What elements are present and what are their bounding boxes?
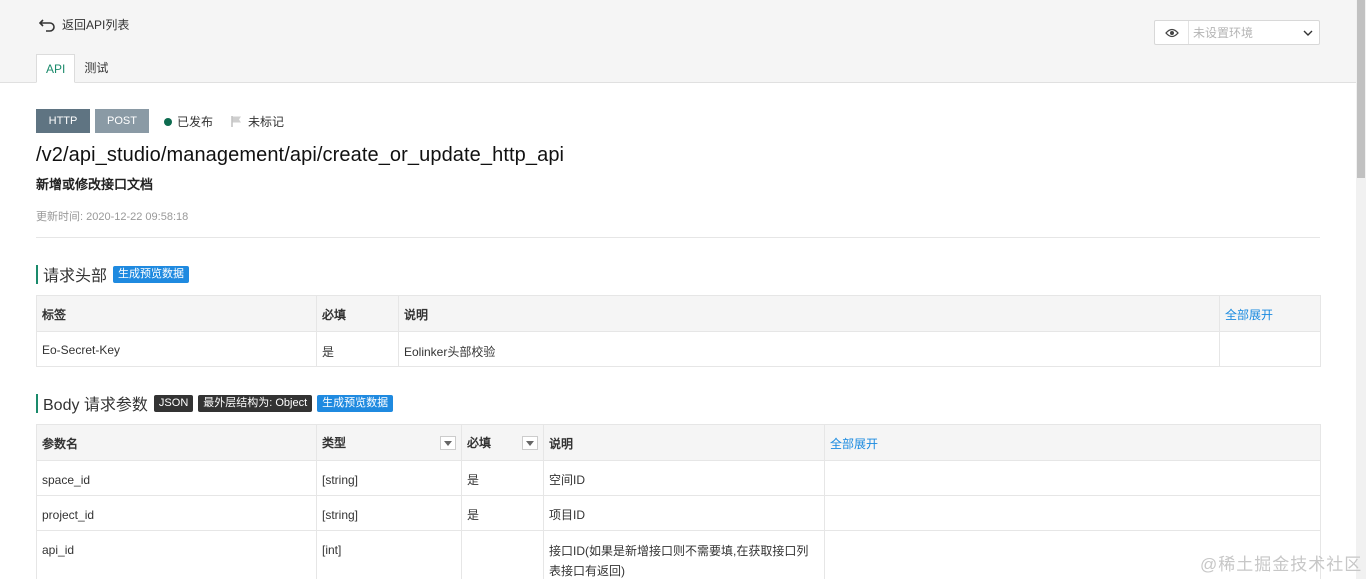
param-type-cell: [string]: [316, 495, 462, 531]
required-cell: 是: [316, 331, 399, 367]
description-cell: 接口ID(如果是新增接口则不需要填,在获取接口列表接口有返回): [543, 530, 825, 579]
expand-all-link[interactable]: 全部展开: [824, 424, 1321, 461]
type-column-header: 类型: [316, 424, 462, 461]
environment-select[interactable]: 未设置环境: [1154, 20, 1320, 45]
status-dot-icon: [164, 117, 172, 126]
body-params-title: Body 请求参数: [43, 397, 148, 414]
table-row: Eo-Secret-Key 是 Eolinker头部校验: [36, 331, 1321, 367]
request-headers-table: 标签 必填 说明 全部展开 Eo-Secret-Key 是 Eolinker头部…: [36, 295, 1321, 367]
api-description: 新增或修改接口文档: [36, 177, 154, 192]
request-headers-title: 请求头部: [43, 268, 108, 285]
outer-structure-tag[interactable]: 最外层结构为: Object: [198, 394, 313, 412]
description-cell: Eolinker头部校验: [398, 331, 1220, 367]
column-header: 说明: [543, 424, 825, 461]
column-header: 标签: [36, 295, 317, 332]
table-row: space_id [string] 是 空间ID: [36, 460, 1321, 496]
method-badge: POST: [95, 109, 149, 133]
required-cell: 是: [461, 495, 544, 531]
protocol-badge: HTTP: [36, 109, 90, 133]
filter-icon[interactable]: [440, 436, 456, 450]
tab-bar: API 测试: [36, 54, 117, 83]
column-header: 必填: [467, 436, 492, 450]
expand-all-link[interactable]: 全部展开: [1219, 295, 1321, 332]
column-header: 参数名: [36, 424, 317, 461]
table-header-row: 参数名 类型 必填 说明 全部展开: [36, 424, 1321, 461]
filter-icon[interactable]: [522, 436, 538, 450]
eye-icon[interactable]: [1155, 21, 1189, 44]
param-name-cell: space_id: [36, 460, 317, 496]
flag-icon: [231, 116, 241, 127]
vertical-scrollbar[interactable]: [1356, 0, 1366, 579]
mark-toggle[interactable]: 未标记: [230, 113, 284, 130]
mark-label: 未标记: [248, 115, 285, 129]
description-cell: 空间ID: [543, 460, 825, 496]
watermark: @稀土掘金技术社区: [1200, 555, 1363, 574]
header-label-cell: Eo-Secret-Key: [36, 331, 317, 367]
tab-api[interactable]: API: [36, 54, 76, 83]
column-header: 必填: [316, 295, 399, 332]
api-url: /v2/api_studio/management/api/create_or_…: [36, 144, 565, 166]
request-headers-heading: 请求头部 生成预览数据: [36, 262, 194, 286]
param-name-cell: api_id: [36, 530, 317, 579]
param-type-cell: [int]: [316, 530, 462, 579]
scrollbar-thumb[interactable]: [1357, 0, 1365, 178]
required-cell: 是: [461, 460, 544, 496]
json-tag[interactable]: JSON: [153, 394, 194, 412]
table-header-row: 标签 必填 说明 全部展开: [36, 295, 1321, 332]
required-cell: [461, 530, 544, 579]
table-row: api_id [int] 接口ID(如果是新增接口则不需要填,在获取接口列表接口…: [36, 530, 1321, 579]
return-arrow-icon: [39, 18, 55, 32]
column-header: 类型: [322, 436, 347, 450]
param-type-cell: [string]: [316, 460, 462, 496]
generate-preview-button[interactable]: 生成预览数据: [317, 394, 394, 412]
param-name-cell: project_id: [36, 495, 317, 531]
top-bar: 返回API列表 未设置环境 API 测试: [0, 0, 1356, 83]
tab-test[interactable]: 测试: [75, 54, 117, 83]
environment-value: 未设置环境: [1193, 26, 1254, 40]
required-column-header: 必填: [461, 424, 544, 461]
back-to-api-list-button[interactable]: 返回API列表: [39, 16, 129, 33]
status-label: 已发布: [177, 115, 214, 129]
publish-status: 已发布: [164, 113, 213, 130]
updated-time: 更新时间: 2020-12-22 09:58:18: [36, 211, 189, 223]
column-header: 说明: [398, 295, 1220, 332]
description-cell: 项目ID: [543, 495, 825, 531]
divider: [36, 237, 1320, 238]
generate-preview-button[interactable]: 生成预览数据: [113, 265, 190, 283]
back-label: 返回API列表: [62, 18, 130, 32]
body-params-table: 参数名 类型 必填 说明 全部展开 space_id [string] 是 空间…: [36, 424, 1321, 579]
table-row: project_id [string] 是 项目ID: [36, 495, 1321, 531]
body-params-heading: Body 请求参数 JSON 最外层结构为: Object 生成预览数据: [36, 391, 398, 415]
chevron-down-icon[interactable]: [1297, 30, 1319, 36]
